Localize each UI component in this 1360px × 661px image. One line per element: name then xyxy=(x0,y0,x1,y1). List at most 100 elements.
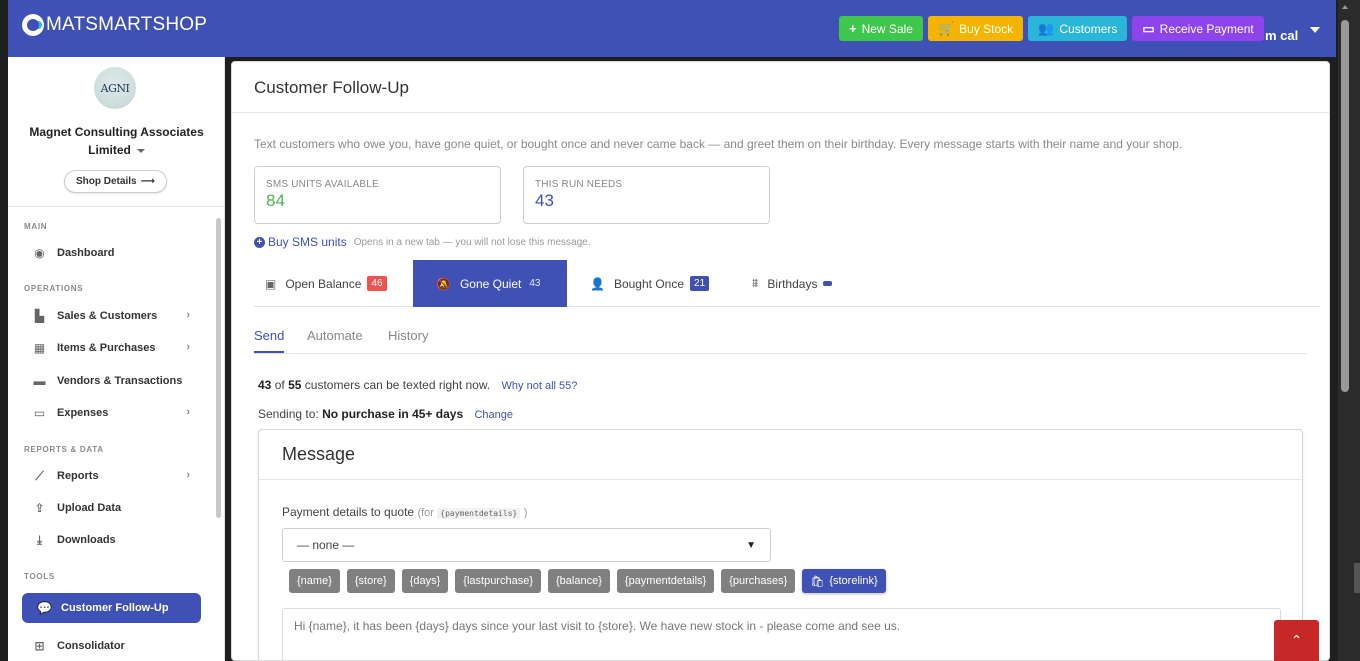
boxes-icon: ▦ xyxy=(33,341,46,355)
message-body-textarea[interactable]: Hi {name}, it has been {days} days since… xyxy=(282,608,1281,660)
chevron-down-icon[interactable] xyxy=(1310,27,1320,33)
sitemap-icon: ⊞ xyxy=(34,639,45,653)
sidebar-item-expenses[interactable]: ▭ Expenses › xyxy=(32,403,192,423)
sidebar-item-vendors-transactions[interactable]: ▬ Vendors & Transactions xyxy=(32,371,192,391)
top-actions: + New Sale 🛒 Buy Stock 👥 Customers ▭ Receive… xyxy=(839,16,1264,41)
message-card: Message Payment details to quote (for {p… xyxy=(258,429,1304,660)
truck-icon: ▬ xyxy=(33,374,46,388)
sidebar-item-reports[interactable]: ⟋ Reports › xyxy=(32,466,192,486)
buy-stock-button[interactable]: 🛒 Buy Stock xyxy=(927,16,1024,41)
tab-history[interactable]: History xyxy=(388,328,428,343)
scrollbar-thumb[interactable] xyxy=(1341,20,1349,392)
section-tools: TOOLS xyxy=(24,572,55,581)
divider xyxy=(259,479,1304,480)
plus-icon: + xyxy=(849,21,857,36)
sidebar-item-consolidator[interactable]: ⊞ Consolidator xyxy=(32,636,192,656)
chart-icon: ⟋ xyxy=(35,468,44,483)
brand[interactable]: MATSMARTSHOP xyxy=(22,14,207,36)
sms-units-available-stat: SMS UNITS AVAILABLE 84 xyxy=(254,166,501,224)
count-badge: 21 xyxy=(690,276,710,291)
why-not-all-link[interactable]: Why not all 55? xyxy=(502,380,578,392)
user-menu[interactable]: m cal xyxy=(1265,28,1298,43)
payment-details-select[interactable]: — none — ▼ xyxy=(282,528,771,562)
sidebar-scrollbar[interactable] xyxy=(216,208,222,661)
cake-icon: ⩩ xyxy=(752,276,759,290)
chevron-right-icon: › xyxy=(186,341,190,353)
scrollbar-thumb[interactable] xyxy=(216,218,221,518)
scroll-up-arrow-icon[interactable] xyxy=(1342,5,1348,9)
sidebar-item-downloads[interactable]: ⤓ Downloads xyxy=(32,530,192,550)
reachable-count-line: 43 of 55 customers can be texted right n… xyxy=(258,378,578,392)
chevron-right-icon: › xyxy=(186,406,190,418)
sidebar-item-upload-data[interactable]: ⇪ Upload Data xyxy=(32,498,192,518)
users-icon: 👥 xyxy=(1038,20,1055,36)
shopping-bag-icon: 🛍 xyxy=(810,575,825,588)
payment-details-label: Payment details to quote (for {paymentde… xyxy=(282,505,528,519)
follow-up-card: Customer Follow-Up Text customers who ow… xyxy=(231,61,1330,661)
top-bar: MATSMARTSHOP + New Sale 🛒 Buy Stock 👥 Custo… xyxy=(8,0,1336,57)
message-title: Message xyxy=(282,444,356,464)
run-needs-value: 43 xyxy=(535,191,554,210)
buy-sms-note: Opens in a new tab — you will not lose t… xyxy=(353,236,591,248)
receive-payment-button[interactable]: ▭ Receive Payment xyxy=(1132,16,1264,41)
tab-send[interactable]: Send xyxy=(254,328,285,353)
placeholder-chips: {name} {store} {days} {lastpurchase} {ba… xyxy=(289,569,886,593)
placeholder-chip-days[interactable]: {days} xyxy=(401,569,449,593)
tab-bought-once[interactable]: 👤 Bought Once 21 xyxy=(590,260,710,307)
placeholder-chip-balance[interactable]: {balance} xyxy=(548,569,610,593)
chevron-up-icon: ⌃ xyxy=(1290,632,1303,648)
scroll-marker xyxy=(1354,563,1360,593)
sidebar-item-sales-customers[interactable]: ▙ Sales & Customers › xyxy=(32,306,192,326)
plus-circle-icon: + xyxy=(254,236,265,248)
page-title: Customer Follow-Up xyxy=(254,78,409,97)
shop-details-button[interactable]: Shop Details ⟶ xyxy=(64,170,167,193)
brand-name: MATSMARTSHOP xyxy=(46,14,208,35)
shop-name[interactable]: Magnet Consulting Associates Limited xyxy=(8,123,225,159)
count-badge: 46 xyxy=(367,276,387,291)
placeholder-chip-store[interactable]: {store} xyxy=(346,569,395,593)
placeholder-chip-lastpurchase[interactable]: {lastpurchase} xyxy=(455,569,541,593)
change-link[interactable]: Change xyxy=(474,409,513,421)
sidebar: AGNI Magnet Consulting Associates Limite… xyxy=(8,57,225,661)
chevron-right-icon: › xyxy=(186,309,190,321)
segment-tabs: ▣ Open Balance 46 🔕 Gone Quiet 43 👤 Boug… xyxy=(254,260,1320,307)
count-badge: 43 xyxy=(529,278,541,289)
chevron-down-icon[interactable] xyxy=(136,148,145,153)
arrow-right-icon: ⟶ xyxy=(140,176,155,187)
money-icon: ▣ xyxy=(265,276,277,291)
section-operations: OPERATIONS xyxy=(24,284,84,293)
upload-icon: ⇪ xyxy=(34,501,45,515)
tab-birthdays[interactable]: ⩩ Birthdays xyxy=(752,260,833,307)
brand-logo-icon xyxy=(22,14,44,36)
divider xyxy=(8,206,225,207)
scroll-to-top-button[interactable]: ⌃ xyxy=(1274,620,1319,661)
intro-text: Text customers who owe you, have gone qu… xyxy=(254,137,1183,151)
sidebar-item-dashboard[interactable]: ◉ Dashboard xyxy=(32,243,192,263)
tab-open-balance[interactable]: ▣ Open Balance 46 xyxy=(265,260,387,307)
new-sale-button[interactable]: + New Sale xyxy=(839,16,923,41)
section-main: MAIN xyxy=(24,222,48,231)
card-icon: ▭ xyxy=(1142,20,1155,36)
placeholder-chip-purchases[interactable]: {purchases} xyxy=(721,569,796,593)
run-needs-stat: THIS RUN NEEDS 43 xyxy=(523,166,770,224)
shop-logo: AGNI xyxy=(94,67,136,109)
page-scrollbar[interactable] xyxy=(1338,0,1360,661)
sending-target: No purchase in 45+ days xyxy=(322,407,464,421)
sending-to-line: Sending to: No purchase in 45+ days Chan… xyxy=(258,407,514,421)
tab-gone-quiet[interactable]: 🔕 Gone Quiet 43 xyxy=(413,260,567,307)
card-icon: ▭ xyxy=(33,406,46,420)
placeholder-chip-name[interactable]: {name} xyxy=(289,569,340,593)
section-reports-data: REPORTS & DATA xyxy=(24,445,104,454)
buy-sms-link[interactable]: + Buy SMS units Opens in a new tab — you… xyxy=(254,235,591,249)
customers-button[interactable]: 👥 Customers xyxy=(1028,16,1128,41)
sidebar-item-customer-follow-up[interactable]: 💬 Customer Follow-Up xyxy=(22,593,201,623)
chat-icon: 💬 xyxy=(37,601,52,615)
count-badge xyxy=(823,281,833,286)
placeholder-chip-storelink[interactable]: 🛍 {storelink} xyxy=(802,569,886,593)
bag-icon: ▙ xyxy=(34,309,45,323)
sub-tabs: Send Automate History xyxy=(254,324,1307,354)
placeholder-chip-paymentdetails[interactable]: {paymentdetails} xyxy=(616,569,715,593)
sidebar-item-items-purchases[interactable]: ▦ Items & Purchases › xyxy=(32,338,192,358)
tab-automate[interactable]: Automate xyxy=(307,328,363,343)
cart-icon: 🛒 xyxy=(937,20,955,36)
